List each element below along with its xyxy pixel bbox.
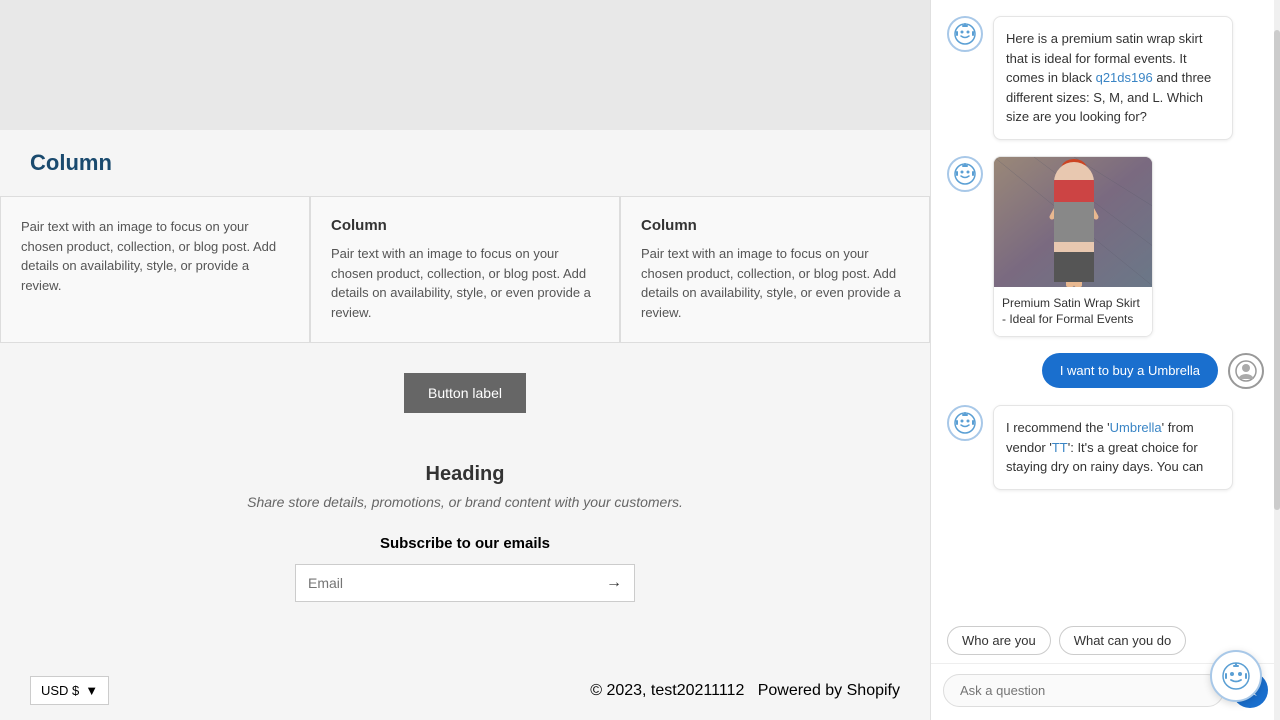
subscribe-title: Subscribe to our emails [20,535,910,552]
subscribe-section: Subscribe to our emails → [0,520,930,617]
chat-messages: Here is a premium satin wrap skirt that … [931,0,1280,614]
column-3-body: Pair text with an image to focus on your… [641,244,909,322]
column-2-body: Pair text with an image to focus on your… [331,244,599,322]
chat-panel: Here is a premium satin wrap skirt that … [930,0,1280,720]
user-bubble: I want to buy a Umbrella [1042,353,1218,388]
product-name: Premium Satin Wrap Skirt - Ideal for For… [1002,295,1144,329]
product-card[interactable]: Premium Satin Wrap Skirt - Ideal for For… [993,156,1153,338]
heading-subtext: Share store details, promotions, or bran… [20,494,910,510]
email-input[interactable] [296,565,594,601]
email-submit-button[interactable]: → [594,565,634,601]
footer-bar: USD $ ▼ © 2023, test20211112 Powered by … [0,661,930,720]
page-heading: Heading [20,463,910,486]
column-2: Column Pair text with an image to focus … [310,196,620,343]
button-label[interactable]: Button label [404,373,526,413]
suggestion-who-are-you[interactable]: Who are you [947,626,1051,655]
product-image [994,157,1153,287]
column-3: Column Pair text with an image to focus … [620,196,930,343]
section-heading: Column [0,130,930,186]
user-message: I want to buy a Umbrella [947,353,1264,389]
user-avatar [1228,353,1264,389]
column-1: Pair text with an image to focus on your… [0,196,310,343]
columns-row: Pair text with an image to focus on your… [0,196,930,343]
bot-avatar-2 [947,156,983,192]
bot-bubble-2: I recommend the 'Umbrella' from vendor '… [993,405,1233,490]
button-center: Button label [0,353,930,433]
top-banner [0,0,930,130]
chat-scrollbar-thumb [1274,30,1280,510]
bot-bubble-1: Here is a premium satin wrap skirt that … [993,16,1233,140]
column-1-body: Pair text with an image to focus on your… [21,217,289,295]
product-card-info: Premium Satin Wrap Skirt - Ideal for For… [994,287,1152,337]
chat-scrollbar [1274,0,1280,720]
floating-chat-button[interactable] [1210,650,1262,702]
currency-value: USD $ [41,683,79,698]
email-row: → [295,564,635,602]
suggestion-what-can-you-do[interactable]: What can you do [1059,626,1187,655]
bot-message-2: I recommend the 'Umbrella' from vendor '… [947,405,1264,490]
chevron-down-icon: ▼ [85,683,98,698]
main-content: Column Pair text with an image to focus … [0,0,930,720]
bot-product-message: Premium Satin Wrap Skirt - Ideal for For… [947,156,1264,338]
bot-avatar-3 [947,405,983,441]
chat-input[interactable] [943,674,1224,707]
column-3-title: Column [641,217,909,234]
currency-selector[interactable]: USD $ ▼ [30,676,109,705]
bot-message-1: Here is a premium satin wrap skirt that … [947,16,1264,140]
bot-avatar-1 [947,16,983,52]
heading-section: Heading Share store details, promotions,… [0,433,930,520]
footer-copyright: © 2023, test20211112 Powered by Shopify [590,682,900,700]
column-2-title: Column [331,217,599,234]
